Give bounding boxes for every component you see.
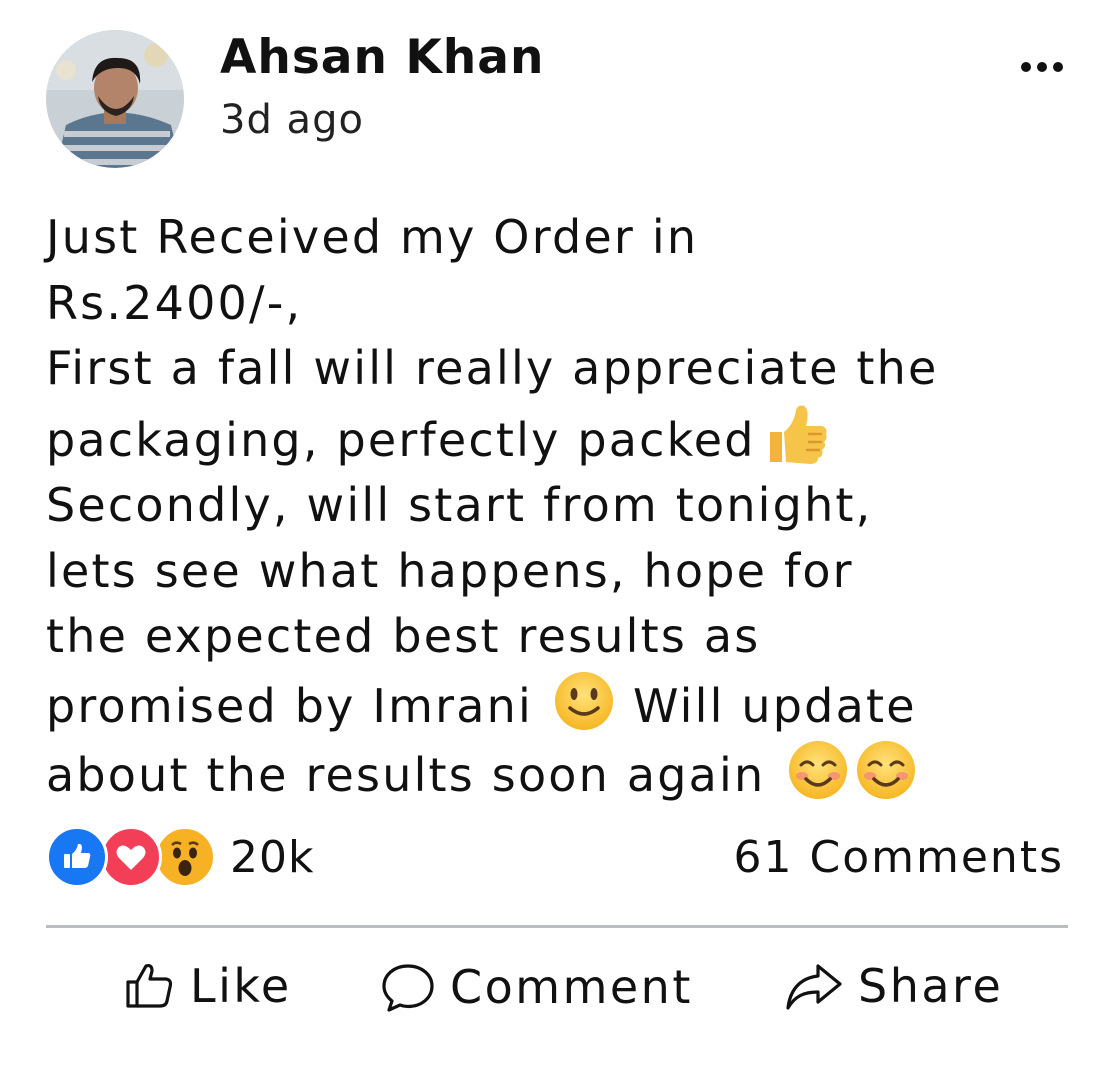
like-label: Like	[190, 959, 292, 1013]
more-dot-icon	[1021, 62, 1031, 72]
post-line-text: about the results soon again	[46, 748, 766, 802]
divider	[46, 925, 1068, 928]
wow-reaction-icon	[154, 826, 216, 888]
like-icon	[124, 960, 176, 1012]
more-dot-icon	[1053, 62, 1063, 72]
post-inline-text: Will update	[632, 678, 917, 733]
reaction-count: 20k	[230, 831, 315, 883]
post-line: lets see what happens, hope for	[46, 543, 854, 598]
post-card: Ahsan Khan 3d ago Just Received my Order…	[0, 0, 1118, 1067]
post-timestamp[interactable]: 3d ago	[220, 100, 364, 140]
thumbs-up-emoji	[764, 402, 830, 466]
smiling-face-emoji	[855, 739, 917, 801]
post-line: the expected best results as	[46, 609, 761, 663]
comments-count-link[interactable]: 61 Comments	[734, 832, 1064, 883]
post-text: Just Received my Order in Rs.2400/-, Fir…	[46, 205, 1076, 809]
more-dot-icon	[1037, 62, 1047, 72]
smiling-face-emoji	[787, 739, 849, 801]
comment-icon	[380, 960, 436, 1014]
avatar[interactable]	[46, 30, 184, 168]
author-name[interactable]: Ahsan Khan	[220, 34, 544, 81]
love-reaction-icon	[100, 826, 162, 888]
post-line: Secondly, will start from tonight,	[46, 478, 873, 532]
post-line-text: packaging, perfectly packed	[46, 412, 756, 467]
like-button[interactable]: Like	[124, 960, 292, 1012]
comment-button[interactable]: Comment	[380, 960, 693, 1014]
slightly-smiling-face-emoji	[553, 670, 615, 732]
post-line: First a fall will really appreciate the	[46, 341, 939, 395]
reactions-summary[interactable]: 20k	[46, 826, 314, 888]
more-options-button[interactable]	[1010, 52, 1074, 82]
like-reaction-icon	[46, 826, 108, 888]
post-line-with-emoji: about the results soon again	[46, 739, 1076, 809]
share-icon	[784, 960, 844, 1012]
post-line: Rs.2400/-,	[46, 275, 303, 330]
share-label: Share	[858, 959, 1004, 1013]
post-line-with-emoji: promised by Imrani Will update	[46, 670, 1076, 740]
comment-label: Comment	[450, 960, 693, 1014]
post-line: Just Received my Order in	[46, 210, 699, 264]
share-button[interactable]: Share	[784, 960, 1003, 1012]
post-line-with-emoji: packaging, perfectly packed	[46, 402, 1076, 474]
post-line-text: promised by Imrani	[46, 678, 533, 733]
